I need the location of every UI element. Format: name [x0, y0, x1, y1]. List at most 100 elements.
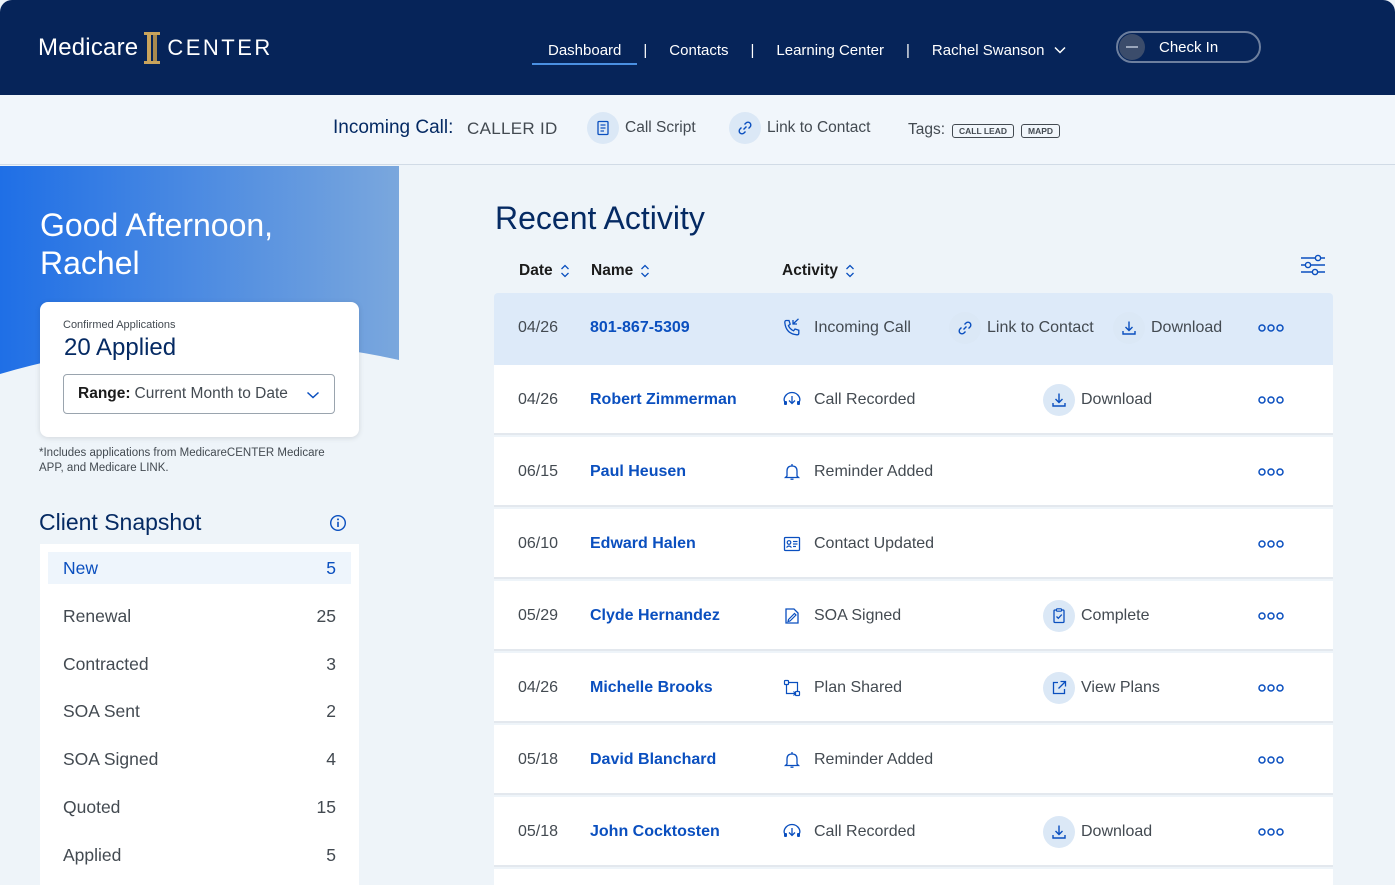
bell-icon: [783, 752, 801, 768]
activity-label: Call Recorded: [814, 391, 916, 408]
applications-label: Confirmed Applications: [63, 319, 176, 331]
row-name-link[interactable]: Robert Zimmerman: [590, 365, 737, 435]
more-icon[interactable]: [1258, 611, 1284, 621]
row-name-link[interactable]: 801-867-5309: [590, 293, 690, 363]
check-in-label: Check In: [1159, 38, 1219, 56]
column-header-name[interactable]: Name: [591, 262, 650, 280]
info-icon[interactable]: [329, 514, 347, 532]
snapshot-count: 5: [326, 557, 336, 578]
download-action[interactable]: Download: [1113, 312, 1222, 344]
tag-mapd[interactable]: MAPD: [1021, 124, 1061, 138]
nav-separator: |: [905, 41, 910, 59]
download-action[interactable]: Download: [1043, 384, 1152, 416]
row-name-link[interactable]: Paul Heusen: [590, 437, 686, 507]
table-row[interactable]: 05/18 David Blanchard Reminder Added: [494, 725, 1333, 795]
download-action[interactable]: Download: [1043, 816, 1152, 848]
link-icon: [949, 312, 981, 344]
filter-icon[interactable]: [1300, 254, 1326, 276]
snapshot-row-soa-sent[interactable]: SOA Sent 2: [48, 695, 351, 727]
snapshot-label: New: [63, 557, 99, 578]
column-header-date[interactable]: Date: [519, 262, 570, 280]
complete-action[interactable]: Complete: [1043, 600, 1149, 632]
activity-label: Plan Shared: [814, 679, 903, 696]
row-activity: Contact Updated: [782, 509, 934, 579]
table-row[interactable]: 05/18 John Cocktosten Call Recorded Down…: [494, 797, 1333, 867]
sort-icon: [560, 264, 569, 278]
table-row[interactable]: 06/15 Paul Heusen Reminder Added: [494, 437, 1333, 507]
nav-learning-center[interactable]: Learning Center: [760, 37, 900, 63]
row-date: 04/26: [518, 679, 559, 696]
row-date: 04/26: [518, 319, 559, 336]
caller-id: CALLER ID: [467, 119, 558, 138]
range-value: Current Month to Date: [134, 385, 288, 402]
snapshot-row-soa-signed[interactable]: SOA Signed 4: [48, 743, 351, 775]
snapshot-row-renewal[interactable]: Renewal 25: [48, 600, 351, 632]
logo-mark-icon: [144, 32, 161, 64]
row-name-link[interactable]: John Cocktosten: [590, 797, 720, 867]
table-row[interactable]: 06/10 Edward Halen Contact Updated: [494, 509, 1333, 579]
more-icon[interactable]: [1258, 755, 1284, 765]
call-recorded-icon: [783, 391, 801, 405]
snapshot-row-applied[interactable]: Applied 5: [48, 839, 351, 871]
row-name-link[interactable]: Edward Halen: [590, 509, 696, 579]
column-label: Activity: [782, 262, 838, 279]
brand-part-2: CENTER: [167, 35, 273, 60]
range-dropdown[interactable]: Range: Current Month to Date: [63, 374, 335, 414]
snapshot-count: 4: [326, 748, 336, 769]
call-script-label: Call Script: [625, 119, 696, 136]
nav-separator: |: [750, 41, 755, 59]
brand-logo[interactable]: Medicare CENTER: [38, 30, 273, 66]
row-name-link[interactable]: David Blanchard: [590, 725, 716, 795]
snapshot-row-new[interactable]: New 5: [48, 552, 351, 584]
bell-icon: [783, 464, 801, 480]
snapshot-label: Contracted: [63, 653, 149, 674]
contact-card-icon: [783, 536, 801, 552]
column-label: Name: [591, 262, 634, 279]
row-date: 05/29: [518, 607, 559, 624]
action-label: View Plans: [1081, 679, 1160, 696]
row-date: 05/18: [518, 751, 559, 768]
row-name-link[interactable]: Michelle Brooks: [590, 653, 713, 723]
toggle-knob: [1119, 34, 1145, 60]
more-icon[interactable]: [1258, 395, 1284, 405]
activity-label: Call Recorded: [814, 823, 916, 840]
chevron-down-icon: [306, 391, 320, 399]
more-icon[interactable]: [1258, 539, 1284, 549]
link-to-contact-button[interactable]: Link to Contact: [729, 111, 870, 145]
row-activity: Call Recorded: [782, 797, 915, 867]
view-plans-action[interactable]: View Plans: [1043, 672, 1160, 704]
row-activity: Reminder Added: [782, 437, 933, 507]
link-to-contact-action[interactable]: Link to Contact: [949, 312, 1094, 344]
more-icon[interactable]: [1258, 323, 1284, 333]
recent-activity-title: Recent Activity: [495, 200, 705, 236]
table-row[interactable]: 04/26 Michelle Brooks Plan Shared View P…: [494, 653, 1333, 723]
incoming-call-label: Incoming Call:: [333, 117, 454, 138]
table-row[interactable]: 04/26 Robert Zimmerman Call Recorded Dow…: [494, 365, 1333, 435]
call-script-button[interactable]: Call Script: [587, 111, 696, 145]
nav-contacts[interactable]: Contacts: [653, 37, 744, 63]
more-icon[interactable]: [1258, 827, 1284, 837]
user-menu[interactable]: Rachel Swanson: [916, 37, 1083, 63]
activity-label: SOA Signed: [814, 607, 902, 624]
row-activity: SOA Signed: [782, 581, 901, 651]
table-row[interactable]: 05/29 Clyde Hernandez SOA Signed Complet…: [494, 581, 1333, 651]
action-label: Download: [1081, 823, 1153, 840]
snapshot-label: Quoted: [63, 796, 121, 817]
nav-dashboard[interactable]: Dashboard: [532, 37, 638, 65]
activity-label: Reminder Added: [814, 751, 934, 768]
column-header-activity[interactable]: Activity: [782, 262, 855, 280]
snapshot-label: SOA Sent: [63, 700, 140, 721]
link-to-contact-label: Link to Contact: [767, 119, 871, 136]
action-label: Complete: [1081, 607, 1150, 624]
snapshot-row-contracted[interactable]: Contracted 3: [48, 648, 351, 680]
table-row[interactable]: 04/26 801-867-5309 Incoming Call Link to…: [494, 293, 1333, 365]
snapshot-row-quoted[interactable]: Quoted 15: [48, 791, 351, 823]
snapshot-label: SOA Signed: [63, 748, 159, 769]
activity-label: Incoming Call: [814, 319, 911, 336]
row-name-link[interactable]: Clyde Hernandez: [590, 581, 720, 651]
check-in-toggle[interactable]: Check In: [1116, 31, 1261, 63]
more-icon[interactable]: [1258, 467, 1284, 477]
tag-call-lead[interactable]: CALL LEAD: [952, 124, 1015, 138]
snapshot-count: 2: [326, 700, 336, 721]
more-icon[interactable]: [1258, 683, 1284, 693]
